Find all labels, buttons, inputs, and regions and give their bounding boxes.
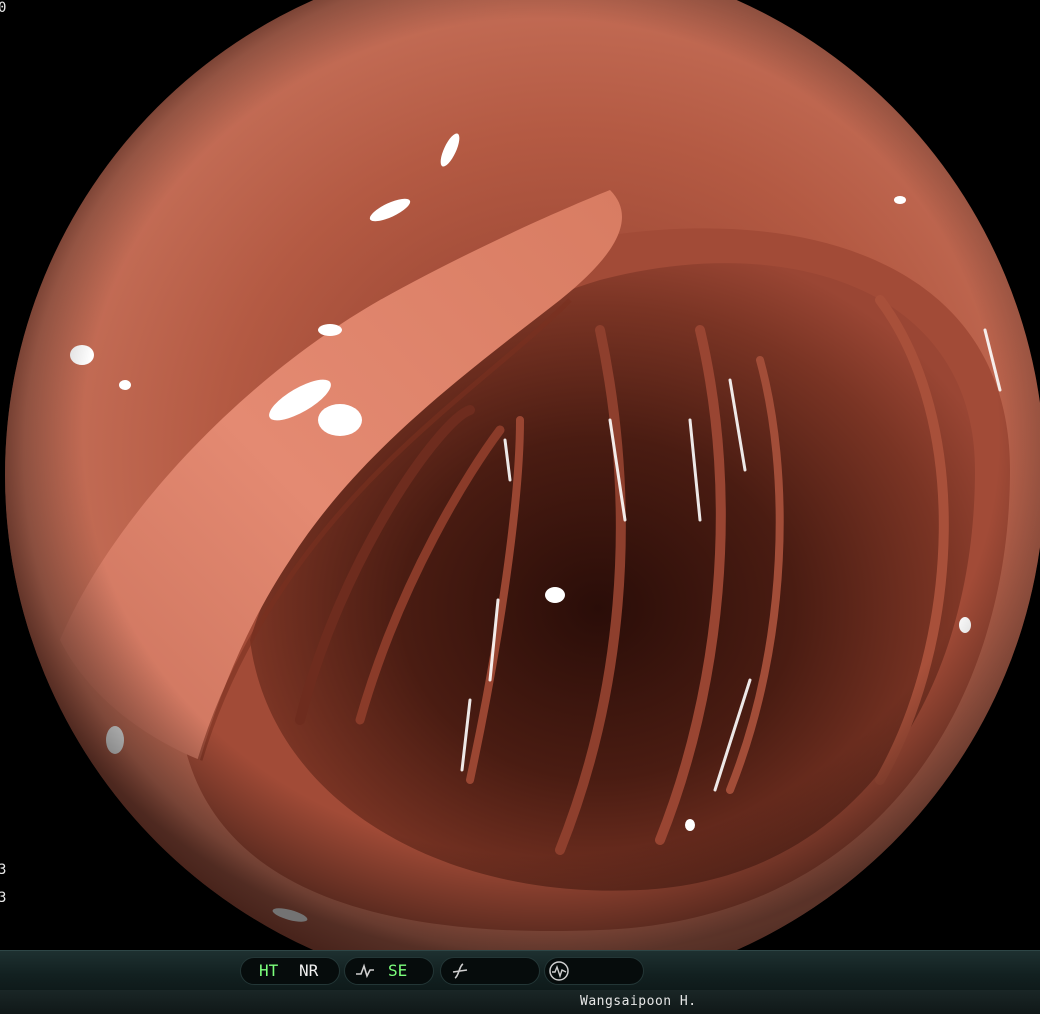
waveform-icon	[549, 961, 569, 981]
operator-row: Wangsaipoon H.	[0, 990, 1040, 1014]
color-mode-icon	[452, 963, 468, 979]
mode-indicator-row: HT NR SE	[0, 950, 1040, 991]
nr-indicator: NR	[299, 961, 319, 980]
overlay-digit-1: 3	[0, 862, 7, 878]
processor-status-bar: HT NR SE Wangsaipoon H.	[0, 950, 1040, 1014]
endoscope-viewport: 0 3 3	[0, 0, 1040, 950]
overlay-digit-top: 0	[0, 0, 7, 16]
operator-name: Wangsaipoon H.	[580, 994, 697, 1009]
ht-nr-pill	[240, 957, 340, 985]
ht-indicator: HT	[259, 961, 279, 980]
overlay-digit-2: 3	[0, 890, 7, 906]
se-indicator: SE	[388, 961, 408, 980]
structure-enhance-icon	[356, 963, 374, 979]
endoscopy-image	[5, 0, 1040, 950]
